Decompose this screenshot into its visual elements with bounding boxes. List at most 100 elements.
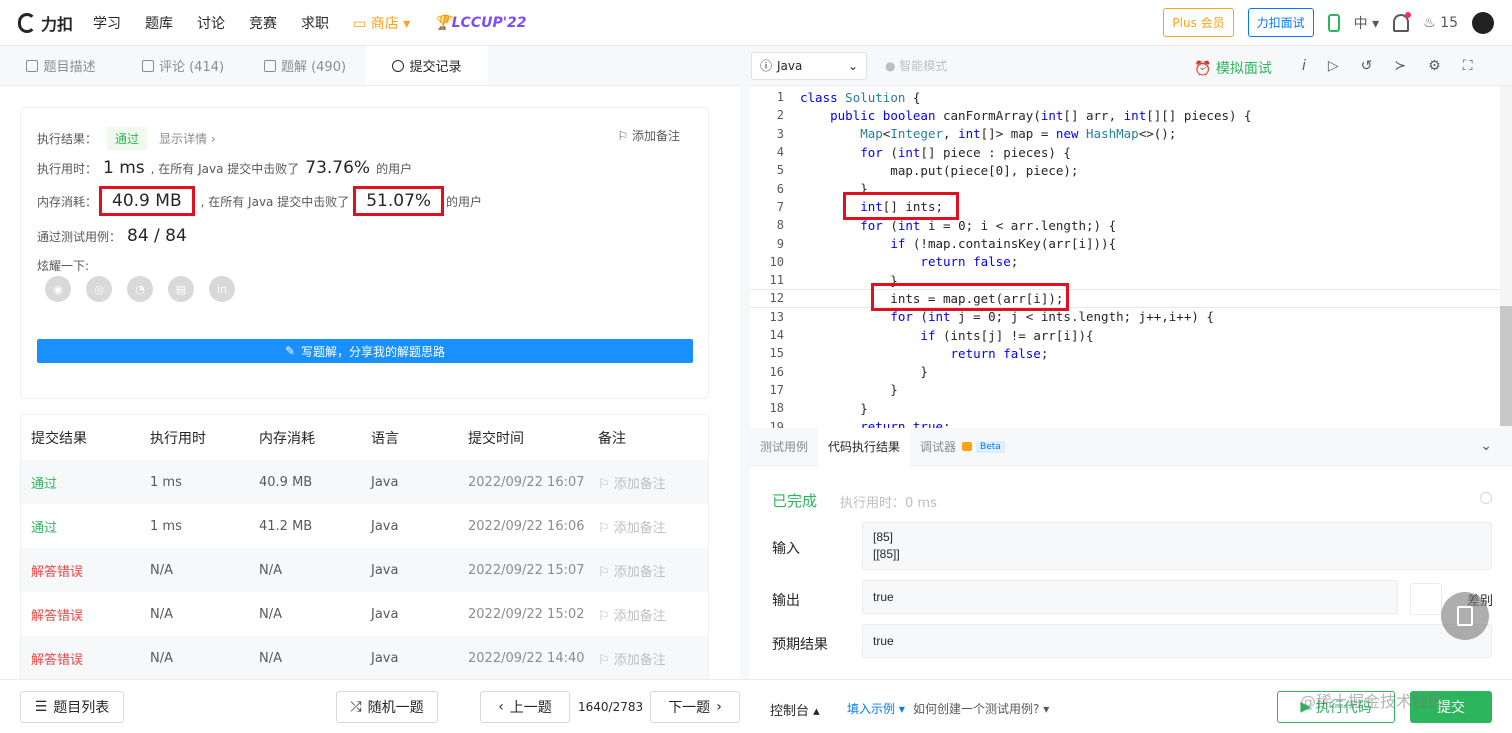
wechat-icon[interactable]: ◉ xyxy=(45,276,71,302)
help-icon[interactable] xyxy=(1480,492,1492,504)
nav-problemset[interactable]: 题库 xyxy=(145,13,173,33)
mock-interview-button[interactable]: ⏰ 模拟面试 xyxy=(1194,58,1272,78)
nav-contest[interactable]: 竞赛 xyxy=(249,13,277,33)
chevron-down-icon[interactable]: ⌄ xyxy=(1480,438,1492,454)
nav-store[interactable]: ▭ 商店 ▾ xyxy=(353,13,410,33)
left-panel: 题目描述 评论 (414) 题解 (490) 提交记录 执行结果： 通过 显示详… xyxy=(0,46,740,681)
tab-submissions[interactable]: 提交记录 xyxy=(366,46,488,85)
row-add-note[interactable]: ⚐ 添加备注 xyxy=(598,517,708,536)
row-status[interactable]: 通过 xyxy=(21,517,150,536)
code-line[interactable]: 12 ints = map.get(arr[i]); xyxy=(750,289,1512,308)
leetcode-logo[interactable]: 力扣 xyxy=(18,11,73,35)
line-number: 18 xyxy=(769,401,784,416)
code-text: return false; xyxy=(920,254,1019,270)
row-status[interactable]: 通过 xyxy=(21,473,150,492)
console-toggle[interactable]: 控制台 ▴ xyxy=(770,700,820,719)
code-editor[interactable]: 1 class Solution {2 public boolean canFor… xyxy=(750,86,1512,428)
code-line[interactable]: 4 for (int[] piece : pieces) { xyxy=(750,143,1512,161)
settings-icon[interactable]: ⚙ xyxy=(1428,58,1441,74)
next-problem-button[interactable]: 下一题 › xyxy=(650,691,740,723)
share-icons: ◉ ◎ ◔ ▤ in xyxy=(45,276,235,302)
col-status: 提交结果 xyxy=(31,430,87,447)
row-add-note-label: 添加备注 xyxy=(613,520,666,536)
add-note-button[interactable]: ⚐ 添加备注 xyxy=(617,127,680,144)
panel-splitter[interactable] xyxy=(740,46,750,679)
right-panel: ⓘ Java ⌄ ● 智能模式 ⏰ 模拟面试 i ▷ ↺ ≻ ⚙ ⛶ 1 clas… xyxy=(750,46,1512,679)
row-status[interactable]: 解答错误 xyxy=(21,649,150,668)
language-switch[interactable]: 中 ▾ xyxy=(1354,13,1379,33)
line-number: 7 xyxy=(776,199,784,214)
play-outline-icon[interactable]: ▷ xyxy=(1328,58,1339,74)
code-line[interactable]: 14 if (ints[j] != arr[i]){ xyxy=(750,326,1512,344)
code-text: class Solution { xyxy=(800,89,921,105)
code-line[interactable]: 9 if (!map.containsKey(arr[i])){ xyxy=(750,234,1512,252)
code-line[interactable]: 13 for (int j = 0; j < ints.length; j++,… xyxy=(750,308,1512,326)
problem-tabs: 题目描述 评论 (414) 题解 (490) 提交记录 xyxy=(0,46,740,86)
row-date: 2022/09/22 15:02 xyxy=(468,606,585,622)
notification-bell-icon[interactable] xyxy=(1393,11,1412,32)
user-avatar[interactable] xyxy=(1472,11,1494,34)
language-select[interactable]: ⓘ Java ⌄ xyxy=(751,51,867,80)
row-status[interactable]: 解答错误 xyxy=(21,605,150,624)
code-line[interactable]: 11 } xyxy=(750,271,1512,289)
code-line[interactable]: 2 public boolean canFormArray(int[] arr,… xyxy=(750,106,1512,124)
problem-list-button[interactable]: ☰ 题目列表 xyxy=(20,691,124,723)
row-memory: 41.2 MB xyxy=(259,518,313,534)
qq-icon[interactable]: ◔ xyxy=(127,276,153,302)
row-add-note[interactable]: ⚐ 添加备注 xyxy=(598,605,708,624)
editor-scrollbar-thumb[interactable] xyxy=(1500,306,1512,426)
status-badge: 通过 xyxy=(107,127,148,150)
nav-discuss[interactable]: 讨论 xyxy=(197,13,225,33)
mobile-app-icon[interactable] xyxy=(1327,13,1340,32)
tab-solutions[interactable]: 题解 (490) xyxy=(244,46,366,85)
row-runtime: N/A xyxy=(150,650,173,666)
row-add-note[interactable]: ⚐ 添加备注 xyxy=(598,649,708,668)
terminal-icon[interactable]: ≻ xyxy=(1394,58,1406,74)
row-status[interactable]: 解答错误 xyxy=(21,561,150,580)
plus-member-button[interactable]: Plus 会员 xyxy=(1163,8,1234,37)
nav-jobs[interactable]: 求职 xyxy=(301,13,329,33)
code-line[interactable]: 10 return false; xyxy=(750,253,1512,271)
weibo-icon[interactable]: ◎ xyxy=(86,276,112,302)
tab-description[interactable]: 题目描述 xyxy=(0,46,122,85)
tab-testcase[interactable]: 测试用例 xyxy=(750,428,818,466)
floating-feedback-button[interactable] xyxy=(1441,592,1489,640)
random-problem-button[interactable]: ⤮ 随机一题 xyxy=(336,691,438,723)
how-create-testcase-link[interactable]: 如何创建一个测试用例? ▾ xyxy=(913,700,1049,717)
prev-problem-button[interactable]: ‹ 上一题 xyxy=(480,691,570,723)
diff-toggle[interactable] xyxy=(1410,583,1442,615)
row-add-note[interactable]: ⚐ 添加备注 xyxy=(598,561,708,580)
editor-scrollbar[interactable] xyxy=(1500,86,1512,428)
row-add-note[interactable]: ⚐ 添加备注 xyxy=(598,473,708,492)
run-exec-time: 执行用时：0 ms xyxy=(840,496,937,511)
show-details-link[interactable]: 显示详情 › xyxy=(159,130,216,147)
col-memory: 内存消耗 xyxy=(259,430,315,447)
smart-mode-toggle[interactable]: ● 智能模式 xyxy=(885,57,947,74)
code-line[interactable]: 17 } xyxy=(750,381,1512,399)
streak-counter[interactable]: ♨ 15 xyxy=(1423,15,1458,31)
code-line[interactable]: 15 return false; xyxy=(750,344,1512,362)
linkedin-icon[interactable]: in xyxy=(209,276,235,302)
write-solution-label: 写题解，分享我的解题思路 xyxy=(301,344,446,359)
info-italic-icon[interactable]: i xyxy=(1302,58,1306,74)
code-line[interactable]: 16 } xyxy=(750,363,1512,381)
highlight-box xyxy=(843,191,959,220)
nav-lccup[interactable]: 🏆LCCUP'22 xyxy=(434,15,526,31)
tab-comments[interactable]: 评论 (414) xyxy=(122,46,244,85)
nav-learn[interactable]: 学习 xyxy=(93,13,121,33)
code-line[interactable]: 19 return true; xyxy=(750,417,1512,428)
code-line[interactable]: 18 } xyxy=(750,399,1512,417)
leetcode-interview-button[interactable]: 力扣面试 xyxy=(1247,8,1314,37)
write-solution-button[interactable]: ✎ 写题解，分享我的解题思路 xyxy=(37,339,693,363)
fullscreen-icon[interactable]: ⛶ xyxy=(1463,58,1473,74)
code-line[interactable]: 1 class Solution { xyxy=(750,88,1512,106)
editor-toolbar-icons: i ▷ ↺ ≻ ⚙ ⛶ xyxy=(1302,58,1473,74)
tab-debugger[interactable]: 调试器 Beta xyxy=(910,428,1015,466)
fill-example-link[interactable]: 填入示例 ▾ xyxy=(847,700,905,717)
code-line[interactable]: 3 Map<Integer, int[]> map = new HashMap<… xyxy=(750,125,1512,143)
code-line[interactable]: 5 map.put(piece[0], piece); xyxy=(750,161,1512,179)
douban-icon[interactable]: ▤ xyxy=(168,276,194,302)
reset-icon[interactable]: ↺ xyxy=(1361,58,1373,74)
row-add-note-label: 添加备注 xyxy=(613,564,666,580)
tab-run-result[interactable]: 代码执行结果 xyxy=(818,427,911,466)
